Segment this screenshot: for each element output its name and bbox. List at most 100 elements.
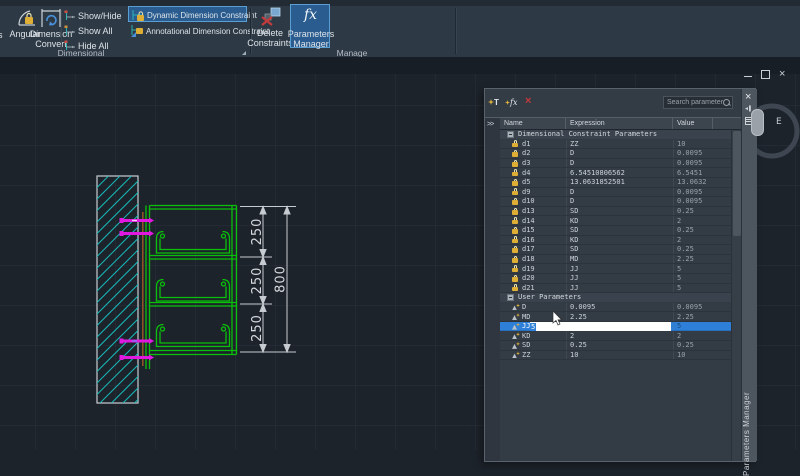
- parameter-row[interactable]: JJ55: [500, 322, 731, 332]
- user-parameter-icon: [512, 303, 520, 310]
- parameter-name-cell[interactable]: SD: [500, 341, 566, 350]
- parameter-name: SD: [522, 341, 530, 349]
- parameter-name-cell[interactable]: d14: [500, 216, 566, 225]
- parameter-expression-cell[interactable]: KD: [566, 236, 673, 245]
- search-parameter-input[interactable]: Search parameter: [663, 96, 733, 109]
- parameter-name-cell[interactable]: d3: [500, 159, 566, 168]
- parameter-name-cell[interactable]: d4: [500, 168, 566, 177]
- parameter-row[interactable]: MD2.252.25: [500, 312, 731, 322]
- parameter-row[interactable]: d16KD2: [500, 236, 731, 246]
- parameters-manager-palette: T fx × Search parameter >> Name Expressi…: [484, 88, 756, 462]
- parameter-row[interactable]: KD22: [500, 331, 731, 341]
- parameter-row[interactable]: d3D0.0095: [500, 159, 731, 169]
- dim-800-total: 800: [274, 265, 289, 293]
- parameter-expression-cell[interactable]: KD: [566, 216, 673, 225]
- parameter-expression-cell[interactable]: D: [566, 159, 673, 168]
- parameter-row[interactable]: d1ZZ10: [500, 140, 731, 150]
- parameter-row[interactable]: d17SD0.25: [500, 245, 731, 255]
- parameter-row[interactable]: d20JJ5: [500, 274, 731, 284]
- parameter-value-cell: 5: [673, 322, 713, 331]
- palette-toolbar: T fx × Search parameter: [485, 89, 741, 116]
- parameter-group-row[interactable]: Dimensional Constraint Parameters: [500, 130, 731, 140]
- parameter-row[interactable]: d15SD0.25: [500, 226, 731, 236]
- parameter-expression-cell[interactable]: JJ: [566, 284, 673, 293]
- parameter-name-cell[interactable]: d19: [500, 264, 566, 273]
- parameter-expression-cell[interactable]: 2: [566, 331, 673, 340]
- parameter-name-cell[interactable]: d16: [500, 236, 566, 245]
- dimension-lock-icon: [512, 284, 519, 291]
- parameter-expression-cell[interactable]: JJ: [566, 264, 673, 273]
- parameter-name-cell[interactable]: d5: [500, 178, 566, 187]
- column-header-name[interactable]: Name: [500, 118, 566, 129]
- parameter-row[interactable]: d13SD0.25: [500, 207, 731, 217]
- parameter-name-cell[interactable]: KD: [500, 331, 566, 340]
- parameter-expression-cell[interactable]: D: [566, 197, 673, 206]
- parameter-name: d1: [522, 140, 530, 148]
- parameter-row[interactable]: D0.00950.0095: [500, 303, 731, 313]
- parameter-name-cell[interactable]: d1: [500, 140, 566, 149]
- palette-close-icon[interactable]: ×: [745, 91, 751, 103]
- new-parameter-button[interactable]: T: [488, 98, 499, 107]
- parameter-row[interactable]: d21JJ5: [500, 284, 731, 294]
- parameter-expression-cell[interactable]: D: [566, 188, 673, 197]
- parameter-expression-cell[interactable]: 0.25: [566, 341, 673, 350]
- parameter-expression-cell[interactable]: 2.25: [566, 312, 673, 321]
- parameter-expression-cell[interactable]: JJ: [566, 274, 673, 283]
- parameter-row[interactable]: d513.063185250113.0632: [500, 178, 731, 188]
- anchor-bolts[interactable]: [120, 218, 155, 361]
- dimension-lock-icon: [512, 236, 519, 243]
- parameter-name: D: [522, 303, 526, 311]
- column-header-value[interactable]: Value: [673, 118, 713, 129]
- parameter-name-cell[interactable]: d17: [500, 245, 566, 254]
- parameter-name: d4: [522, 169, 530, 177]
- parameter-name-cell[interactable]: d21: [500, 284, 566, 293]
- parameter-expression-cell[interactable]: 10: [566, 351, 673, 360]
- parameter-value-cell: 2: [673, 236, 713, 245]
- parameter-row[interactable]: d14KD2: [500, 216, 731, 226]
- column-header-expression[interactable]: Expression: [566, 118, 673, 129]
- cable-tray-profiles[interactable]: [157, 232, 230, 347]
- parameter-name-cell[interactable]: ZZ: [500, 351, 566, 360]
- parameter-expression-cell[interactable]: 13.0631852501: [566, 178, 673, 187]
- parameter-name-cell[interactable]: d15: [500, 226, 566, 235]
- parameter-row[interactable]: d9D0.0095: [500, 188, 731, 198]
- parameter-expression-cell[interactable]: SD: [566, 226, 673, 235]
- parameter-name-cell[interactable]: d9: [500, 188, 566, 197]
- parameter-expression-cell[interactable]: ZZ: [566, 140, 673, 149]
- parameter-expression-cell[interactable]: D: [566, 149, 673, 158]
- parameter-row[interactable]: d2D0.0095: [500, 149, 731, 159]
- parameter-name-cell[interactable]: d2: [500, 149, 566, 158]
- parameter-row[interactable]: SD0.250.25: [500, 341, 731, 351]
- dimension-lock-icon: [512, 217, 519, 224]
- parameter-name-cell[interactable]: d13: [500, 207, 566, 216]
- parameter-row[interactable]: d10D0.0095: [500, 197, 731, 207]
- parameter-expression-cell[interactable]: SD: [566, 207, 673, 216]
- new-expression-button[interactable]: fx: [505, 98, 517, 107]
- search-icon[interactable]: [723, 99, 730, 106]
- collapse-checkbox-icon[interactable]: [507, 294, 514, 301]
- parameter-row[interactable]: d18MD2.25: [500, 255, 731, 265]
- user-parameter-icon: [512, 351, 520, 358]
- parameter-row[interactable]: d46.545108065626.5451: [500, 168, 731, 178]
- parameter-row[interactable]: ZZ1010: [500, 351, 731, 361]
- delete-parameter-button[interactable]: ×: [525, 95, 531, 107]
- parameter-name-cell[interactable]: D: [500, 303, 566, 312]
- parameter-value-cell: 13.0632: [673, 178, 713, 187]
- parameter-name-cell[interactable]: d10: [500, 197, 566, 206]
- scrollbar-thumb[interactable]: [733, 131, 741, 236]
- parameter-name-cell[interactable]: d20: [500, 274, 566, 283]
- parameter-name-cell[interactable]: d18: [500, 255, 566, 264]
- dim-250-middle: 250: [250, 267, 265, 295]
- collapse-checkbox-icon[interactable]: [507, 131, 514, 138]
- parameter-group-row[interactable]: User Parameters: [500, 293, 731, 303]
- parameter-expression-cell[interactable]: 6.54510806562: [566, 168, 673, 177]
- parameter-row[interactable]: d19JJ5: [500, 264, 731, 274]
- dimension-lock-icon: [512, 160, 519, 167]
- parameter-value-cell: 0.0095: [673, 188, 713, 197]
- parameter-expression-cell[interactable]: 0.0095: [566, 303, 673, 312]
- expand-filters-button[interactable]: >>: [487, 121, 493, 128]
- dim-250-bottom: 250: [250, 314, 265, 342]
- palette-grip-handle[interactable]: [751, 109, 764, 136]
- parameter-expression-cell[interactable]: MD: [566, 255, 673, 264]
- parameter-expression-cell[interactable]: SD: [566, 245, 673, 254]
